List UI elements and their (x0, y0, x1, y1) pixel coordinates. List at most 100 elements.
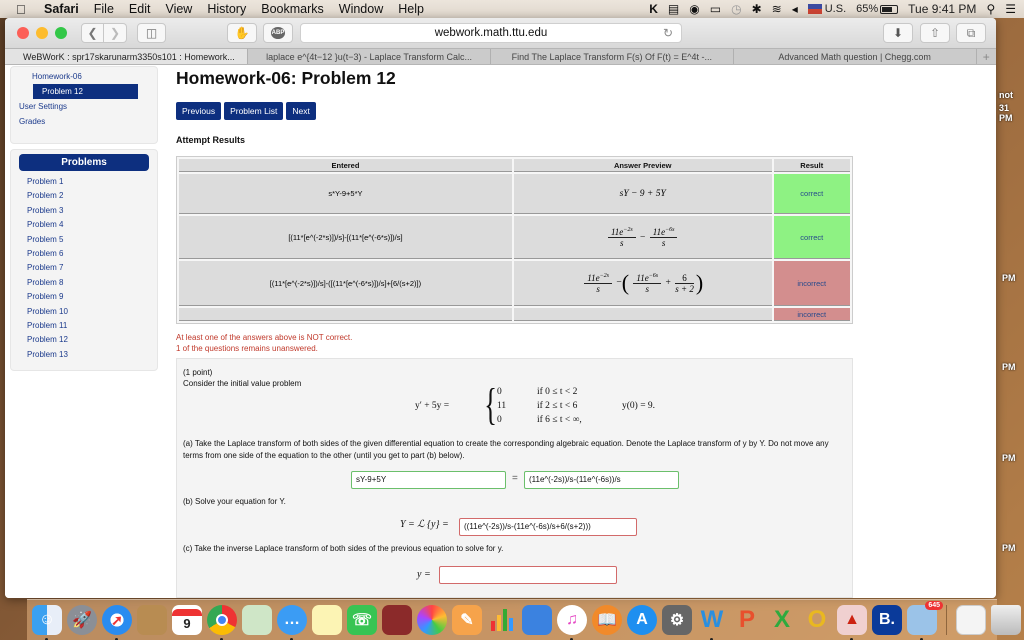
part-c-label: y = (417, 569, 431, 580)
desktop-icon-label[interactable]: PM (1002, 273, 1016, 283)
back-button[interactable]: ❮ (81, 23, 104, 43)
radio-icon[interactable]: ▤ (668, 2, 679, 16)
notes-icon[interactable] (312, 605, 342, 635)
ibooks-icon[interactable]: 📖 (592, 605, 622, 635)
close-window-button[interactable] (17, 27, 29, 39)
desktop-icon-label[interactable]: PM (1002, 362, 1016, 372)
menu-file[interactable]: File (94, 2, 114, 16)
launchpad-icon[interactable]: 🚀 (67, 605, 97, 635)
booking-icon[interactable]: B. (872, 605, 902, 635)
sidebar-link-grades[interactable]: Grades (11, 114, 157, 129)
k-icon[interactable]: K (649, 2, 658, 16)
extension-button[interactable]: ✋ (227, 23, 257, 43)
spotlight-icon[interactable]: ⚲ (986, 2, 995, 16)
problem-link[interactable]: Problem 3 (19, 204, 149, 218)
menu-app-safari[interactable]: Safari (44, 2, 79, 16)
keynote-icon[interactable] (522, 605, 552, 635)
part-c-input[interactable] (439, 566, 617, 584)
bluetooth-icon[interactable]: ✱ (752, 2, 762, 16)
sidebar-toggle-button[interactable]: ◫ (137, 23, 166, 43)
problem-link[interactable]: Problem 5 (19, 233, 149, 247)
swirl-icon[interactable]: ◉ (689, 2, 699, 16)
safari-icon[interactable]: ➚ (102, 605, 132, 640)
autocad-icon[interactable]: ▲ (837, 605, 867, 640)
problem-link[interactable]: Problem 11 (19, 319, 149, 333)
time-machine-icon[interactable]: ◷ (731, 2, 741, 16)
desktop-icon-label[interactable]: not (999, 90, 1013, 100)
tab-laplace-calculator[interactable]: laplace e^{4t−12 }u(t−3) - Laplace Trans… (248, 49, 491, 64)
maps-icon[interactable] (242, 605, 272, 635)
pages-icon[interactable]: ✎ (452, 605, 482, 635)
share-button[interactable]: ⇧ (920, 23, 950, 43)
minimize-window-button[interactable] (36, 27, 48, 39)
itunes-icon[interactable]: ♫ (557, 605, 587, 640)
problem-link[interactable]: Problem 12 (19, 333, 149, 347)
facetime-icon[interactable]: ☏ (347, 605, 377, 635)
sidebar-link-problem-12[interactable]: Problem 12 (33, 84, 138, 99)
input-source[interactable]: U.S. (807, 3, 846, 15)
problem-link[interactable]: Problem 10 (19, 305, 149, 319)
photo-booth-icon[interactable] (382, 605, 412, 635)
forward-button[interactable]: ❯ (104, 23, 127, 43)
desktop-icon-label[interactable]: PM (1002, 543, 1016, 553)
airplay-icon[interactable]: ▭ (710, 2, 721, 16)
desktop-icon-label[interactable]: 31 PM (999, 103, 1024, 123)
photos-icon[interactable] (417, 605, 447, 635)
word-icon[interactable]: W (697, 605, 727, 640)
menu-help[interactable]: Help (398, 2, 424, 16)
outlook-icon[interactable]: O (802, 605, 832, 635)
problem-list-button[interactable]: Problem List (224, 102, 284, 120)
powerpoint-icon[interactable]: P (732, 605, 762, 635)
part-a-rhs-input[interactable]: (11e^(-2s))/s-(11e^(-6s))/s (524, 471, 679, 489)
problem-link[interactable]: Problem 13 (19, 348, 149, 362)
tab-find-laplace[interactable]: Find The Laplace Transform F(s) Of F(t) … (491, 49, 734, 64)
problem-link[interactable]: Problem 9 (19, 290, 149, 304)
excel-icon[interactable]: X (767, 605, 797, 635)
battery-status[interactable]: 65% (856, 3, 899, 15)
problem-link[interactable]: Problem 1 (19, 175, 149, 189)
next-button[interactable]: Next (286, 102, 316, 120)
chrome-icon[interactable] (207, 605, 237, 640)
zoom-window-button[interactable] (55, 27, 67, 39)
trash-icon[interactable] (991, 605, 1021, 635)
volume-icon[interactable]: ◂ (792, 2, 798, 16)
show-tabs-button[interactable]: ⧉ (956, 23, 986, 43)
adblock-button[interactable]: ABP (263, 23, 293, 43)
desktop-icon-label[interactable]: PM (1002, 453, 1016, 463)
address-bar[interactable]: webwork.math.ttu.edu ↻ (300, 23, 682, 43)
reload-icon[interactable]: ↻ (663, 26, 673, 40)
app-store-icon[interactable]: A (627, 605, 657, 635)
finder-icon[interactable]: ☺ (32, 605, 62, 640)
calendar-icon[interactable]: 9 (172, 605, 202, 635)
chrome-document-icon[interactable] (956, 605, 986, 635)
tab-chegg[interactable]: Advanced Math question | Chegg.com (734, 49, 977, 64)
menu-edit[interactable]: Edit (129, 2, 151, 16)
previous-button[interactable]: Previous (176, 102, 222, 120)
problem-link[interactable]: Problem 7 (19, 261, 149, 275)
tab-webwork[interactable]: WeBWorK : spr17skarunarm3350s101 : Homew… (5, 49, 249, 64)
system-preferences-icon[interactable]: ⚙ (662, 605, 692, 635)
entered-cell: [(11*[e^(-2*s)])/s]-([(11*[e^(-6*s)])/s]… (179, 261, 512, 306)
part-a-lhs-input[interactable]: sY-9+5Y (351, 471, 506, 489)
menu-window[interactable]: Window (339, 2, 383, 16)
apple-menu-icon[interactable]:  (16, 2, 34, 17)
new-tab-button[interactable]: + (977, 49, 996, 64)
contacts-icon[interactable] (137, 605, 167, 635)
sidebar-link-user-settings[interactable]: User Settings (11, 99, 157, 114)
clock[interactable]: Tue 9:41 PM (908, 2, 976, 16)
sidebar-link-homework-06[interactable]: Homework-06 (11, 69, 157, 84)
problem-link[interactable]: Problem 6 (19, 247, 149, 261)
notification-center-icon[interactable]: ☰ (1005, 2, 1016, 16)
menu-history[interactable]: History (207, 2, 246, 16)
wifi-icon[interactable]: ≋ (772, 2, 782, 16)
numbers-icon[interactable] (487, 605, 517, 635)
problem-link[interactable]: Problem 2 (19, 189, 149, 203)
part-b-input[interactable]: ((11e^(-2s))/s-(11e^(-6s)/s+6/(s+2))) (459, 518, 637, 536)
messages-icon[interactable]: … (277, 605, 307, 640)
menu-bookmarks[interactable]: Bookmarks (261, 2, 324, 16)
problem-link[interactable]: Problem 8 (19, 276, 149, 290)
problem-link[interactable]: Problem 4 (19, 218, 149, 232)
downloads-button[interactable]: ⬇ (883, 23, 913, 43)
mail-icon[interactable]: 645 (907, 601, 943, 640)
menu-view[interactable]: View (165, 2, 192, 16)
